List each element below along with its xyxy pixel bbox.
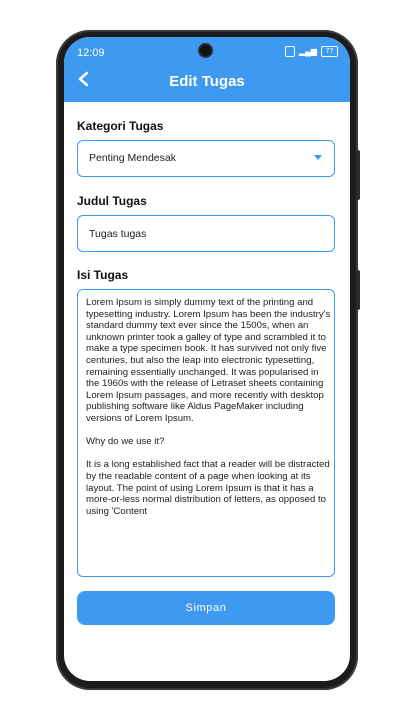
camera-icon — [200, 45, 211, 56]
title-value: Tugas tugas — [89, 228, 147, 240]
category-value: Penting Mendesak — [89, 152, 176, 164]
content-label: Isi Tugas — [77, 268, 129, 282]
content-value: Lorem Ipsum is simply dummy text of the … — [86, 297, 331, 517]
signal-icon: ▂▄▆ — [299, 47, 317, 56]
title-label: Judul Tugas — [77, 194, 147, 208]
status-time: 12:09 — [77, 47, 105, 59]
chevron-down-icon — [314, 155, 322, 160]
volume-button — [356, 150, 360, 200]
content-textarea[interactable]: Lorem Ipsum is simply dummy text of the … — [77, 289, 335, 577]
category-dropdown[interactable]: Penting Mendesak — [77, 140, 335, 177]
title-input[interactable]: Tugas tugas — [77, 215, 335, 252]
power-button — [356, 270, 360, 310]
category-label: Kategori Tugas — [77, 119, 164, 133]
battery-icon: 77 — [321, 46, 338, 57]
status-icons: ▂▄▆ 77 — [285, 46, 338, 57]
page-title: Edit Tugas — [169, 73, 245, 90]
app-bar: 12:09 ▂▄▆ 77 Edit Tugas — [64, 37, 350, 102]
screen: 12:09 ▂▄▆ 77 Edit Tugas Kategori Tugas P… — [64, 37, 350, 681]
save-button[interactable]: Simpan — [77, 591, 335, 625]
nfc-icon — [285, 46, 296, 57]
